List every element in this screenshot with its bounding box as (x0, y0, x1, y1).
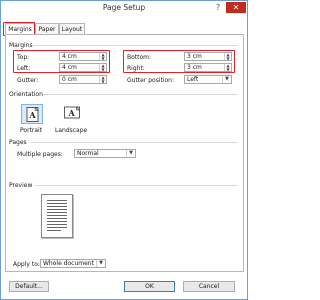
spin-down-icon[interactable]: ▼ (100, 79, 106, 84)
multiple-pages-label: Multiple pages: (17, 151, 63, 158)
title-bar: Page Setup ? ✕ (1, 1, 247, 15)
pages-section-label: Pages (9, 139, 27, 146)
preview-text-line (47, 227, 67, 228)
preview-text-line (47, 215, 67, 216)
preview-text-line (47, 209, 67, 210)
apply-to-label: Apply to: (13, 261, 40, 268)
preview-text-line (47, 200, 67, 201)
highlight-top-left (13, 50, 110, 73)
help-button[interactable]: ? (211, 2, 225, 13)
apply-to-value: Whole document (43, 260, 94, 267)
multiple-pages-select[interactable]: Normal ▼ (74, 149, 136, 158)
tab-paper[interactable]: Paper (35, 23, 59, 34)
chevron-down-icon[interactable]: ▼ (222, 76, 231, 83)
close-button[interactable]: ✕ (226, 2, 246, 13)
gutter-value: 0 cm (62, 76, 77, 83)
chevron-down-icon[interactable]: ▼ (126, 150, 135, 157)
multiple-pages-value: Normal (77, 150, 99, 157)
gutter-position-label: Gutter position: (127, 77, 175, 84)
orientation-section-label: Orientation (9, 91, 43, 98)
margins-section-label: Margins (9, 42, 33, 49)
chevron-down-icon[interactable]: ▼ (96, 260, 105, 267)
gutter-position-select[interactable]: Left ▼ (184, 75, 232, 84)
orientation-section-rule (43, 94, 238, 95)
preview-text-line (47, 212, 67, 213)
preview-text-line (47, 218, 67, 219)
landscape-option[interactable]: A (60, 104, 82, 124)
margins-section-rule (33, 45, 238, 46)
svg-text:A: A (28, 110, 36, 120)
set-as-default-button[interactable]: Default... (9, 281, 49, 292)
portrait-icon: A (26, 107, 39, 122)
page-preview (41, 194, 73, 238)
gutter-position-value: Left (187, 76, 199, 83)
landscape-icon: A (64, 106, 80, 119)
cancel-button[interactable]: Cancel (183, 281, 235, 292)
preview-text-line (47, 224, 67, 225)
highlight-bottom-right (123, 50, 235, 73)
landscape-label[interactable]: Landscape (55, 127, 87, 134)
ok-button[interactable]: OK (124, 281, 175, 292)
preview-section-label: Preview (9, 182, 33, 189)
preview-section-rule (35, 185, 238, 186)
portrait-option[interactable]: A (21, 104, 43, 124)
preview-text-line (47, 221, 67, 222)
preview-text-line (47, 230, 61, 231)
gutter-spinner[interactable]: ▲ ▼ (99, 76, 106, 83)
gutter-input[interactable]: 0 cm ▲ ▼ (59, 75, 107, 84)
preview-text-line (47, 203, 67, 204)
gutter-label: Gutter: (17, 77, 39, 84)
pages-section-rule (31, 142, 238, 143)
svg-text:A: A (68, 108, 76, 118)
apply-to-select[interactable]: Whole document ▼ (40, 259, 106, 268)
page-setup-dialog: Page Setup ? ✕ Margins Paper Layout Marg… (0, 0, 248, 300)
preview-text-line (47, 206, 67, 207)
tab-layout[interactable]: Layout (59, 23, 85, 34)
portrait-label[interactable]: Portrait (20, 127, 42, 134)
